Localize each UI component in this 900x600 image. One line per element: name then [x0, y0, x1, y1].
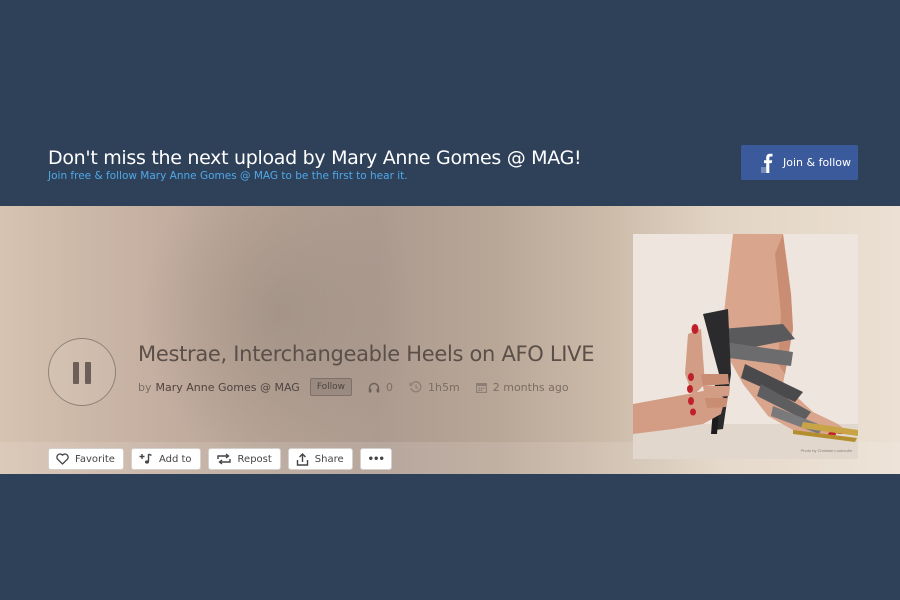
duration-value: 1h5m	[428, 380, 460, 394]
track-player: Mestrae, Interchangeable Heels on AFO LI…	[0, 206, 900, 474]
high-heel-artwork-image	[633, 234, 858, 459]
join-follow-label: Join & follow	[783, 156, 852, 169]
pause-icon-bar-left	[73, 362, 79, 384]
banner-headline: Don't miss the next upload by Mary Anne …	[48, 147, 582, 169]
artwork-caption: Photo by Christian Louboutin	[800, 448, 852, 453]
calendar-icon	[475, 382, 487, 393]
pause-icon-bar-right	[85, 362, 91, 384]
headphones-icon	[368, 382, 380, 392]
heart-icon	[56, 453, 69, 465]
track-artwork[interactable]: Photo by Christian Louboutin	[633, 234, 858, 459]
repost-icon	[216, 453, 231, 465]
history-clock-icon	[409, 381, 422, 393]
more-options-button[interactable]: •••	[359, 448, 392, 470]
favorite-button[interactable]: Favorite	[48, 448, 124, 470]
add-to-label: Add to	[158, 453, 192, 465]
follow-button[interactable]: Follow	[309, 378, 353, 396]
duration-stat: 1h5m	[409, 381, 460, 394]
action-bar: Favorite Add to Repost Share •••	[48, 448, 399, 470]
repost-label: Repost	[237, 453, 272, 465]
favorite-label: Favorite	[75, 453, 115, 465]
signup-banner: Don't miss the next upload by Mary Anne …	[0, 0, 900, 206]
uploaded-stat: 2 months ago	[475, 380, 569, 394]
add-to-playlist-icon	[139, 453, 152, 464]
plays-count: 0	[386, 380, 394, 394]
more-options-icon: •••	[367, 453, 385, 465]
share-label: Share	[314, 453, 344, 465]
track-meta: by Mary Anne Gomes @ MAG Follow 0 1h5m 2…	[138, 377, 569, 397]
uploaded-value: 2 months ago	[492, 380, 569, 394]
pause-button[interactable]	[48, 338, 116, 406]
share-button[interactable]: Share	[287, 448, 353, 470]
add-to-button[interactable]: Add to	[130, 448, 201, 470]
join-follow-button[interactable]: Join & follow	[741, 145, 858, 180]
plays-stat: 0	[368, 381, 393, 394]
author-link[interactable]: Mary Anne Gomes @ MAG	[156, 381, 300, 394]
repost-button[interactable]: Repost	[207, 448, 281, 470]
banner-subtext[interactable]: Join free & follow Mary Anne Gomes @ MAG…	[48, 170, 408, 182]
track-title[interactable]: Mestrae, Interchangeable Heels on AFO LI…	[138, 342, 595, 366]
facebook-icon	[761, 152, 775, 173]
share-icon	[296, 452, 308, 466]
by-label: by	[138, 380, 152, 394]
